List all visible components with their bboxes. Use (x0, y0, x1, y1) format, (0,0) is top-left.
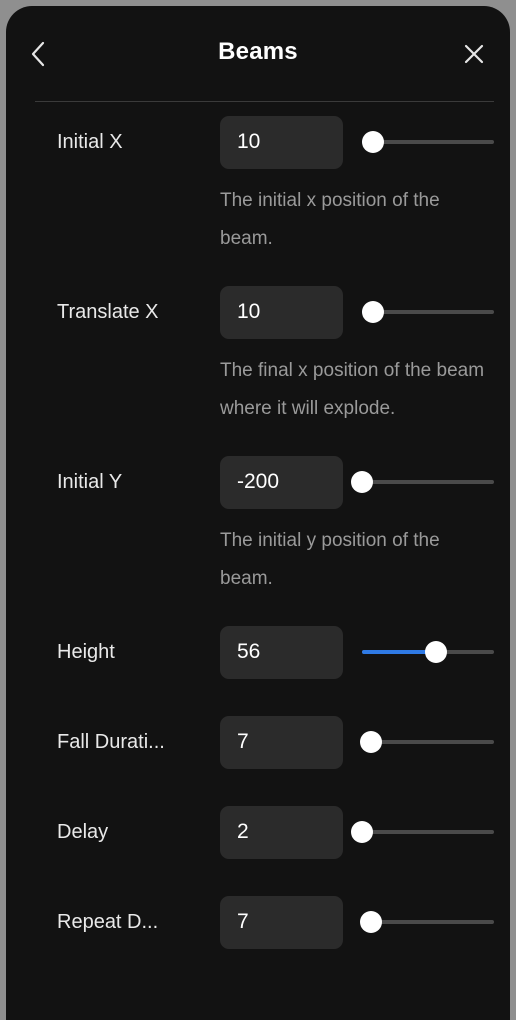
slider-thumb[interactable] (361, 131, 384, 153)
value-slider[interactable] (362, 637, 494, 667)
value-input[interactable]: -200 (220, 455, 343, 509)
setting-row: Initial X 10 The initial x position of the… (6, 102, 510, 272)
value-slider[interactable] (361, 127, 494, 157)
value-input[interactable]: 56 (220, 625, 343, 679)
setting-label: Delay (57, 820, 109, 843)
slider-thumb[interactable] (360, 911, 383, 933)
setting-label: Repeat D... (57, 910, 159, 933)
setting-control: Repeat D... 7 (6, 882, 510, 962)
row-spacer (6, 872, 510, 882)
slider-thumb[interactable] (351, 821, 373, 843)
setting-description: The initial x position of the beam. (220, 190, 440, 249)
value-text: 2 (237, 820, 249, 843)
page-title: Beams (218, 38, 298, 65)
setting-control: Initial X 10 (6, 102, 510, 182)
setting-control: Fall Durati... 7 (6, 702, 510, 782)
row-spacer (6, 782, 510, 792)
value-slider[interactable] (361, 297, 494, 327)
setting-control: Delay 2 (6, 792, 510, 872)
value-input[interactable]: 2 (220, 805, 343, 859)
beams-settings-panel: Beams Initial X 10 The initial x position … (6, 6, 510, 1020)
slider-thumb[interactable] (360, 731, 383, 753)
setting-label: Initial Y (57, 470, 123, 493)
value-input[interactable]: 7 (220, 895, 343, 949)
value-text: -200 (237, 470, 280, 493)
value-text: 7 (237, 910, 249, 933)
value-input[interactable]: 10 (220, 115, 343, 169)
setting-row: Height 56 (6, 612, 510, 702)
setting-label: Fall Durati... (57, 730, 165, 753)
settings-rows: Initial X 10 The initial x position of the… (6, 102, 510, 972)
setting-label: Initial X (57, 130, 123, 153)
setting-row: Translate X 10 The final x position of the… (6, 272, 510, 442)
slider-track (362, 830, 494, 834)
setting-row: Delay 2 (6, 792, 510, 882)
value-slider[interactable] (360, 727, 494, 757)
setting-label: Translate X (57, 300, 159, 323)
setting-row: Repeat D... 7 (6, 882, 510, 972)
slider-thumb[interactable] (351, 471, 373, 493)
row-spacer (6, 692, 510, 702)
setting-row: Fall Durati... 7 (6, 702, 510, 792)
value-text: 10 (237, 300, 261, 323)
value-input[interactable]: 7 (220, 715, 343, 769)
setting-label: Height (57, 640, 115, 663)
value-slider[interactable] (351, 467, 494, 497)
slider-thumb[interactable] (424, 641, 447, 663)
setting-row: Initial Y -200 The initial y position of t… (6, 442, 510, 612)
close-icon (463, 43, 485, 65)
setting-control: Translate X 10 (6, 272, 510, 352)
setting-control: Initial Y -200 (6, 442, 510, 522)
close-button[interactable] (454, 34, 494, 74)
value-slider[interactable] (360, 907, 494, 937)
row-spacer (6, 962, 510, 972)
setting-control: Height 56 (6, 612, 510, 692)
value-text: 7 (237, 730, 249, 753)
setting-description: The initial y position of the beam. (220, 530, 440, 589)
setting-description: The final x position of the beam where i… (220, 360, 485, 419)
value-input[interactable]: 10 (220, 285, 343, 339)
value-text: 56 (237, 640, 261, 663)
slider-track (362, 480, 494, 484)
slider-thumb[interactable] (361, 301, 384, 323)
value-slider[interactable] (351, 817, 494, 847)
panel-header: Beams (6, 6, 510, 102)
value-text: 10 (237, 130, 261, 153)
screenshot-viewport: Beams Initial X 10 The initial x position … (0, 0, 516, 1020)
